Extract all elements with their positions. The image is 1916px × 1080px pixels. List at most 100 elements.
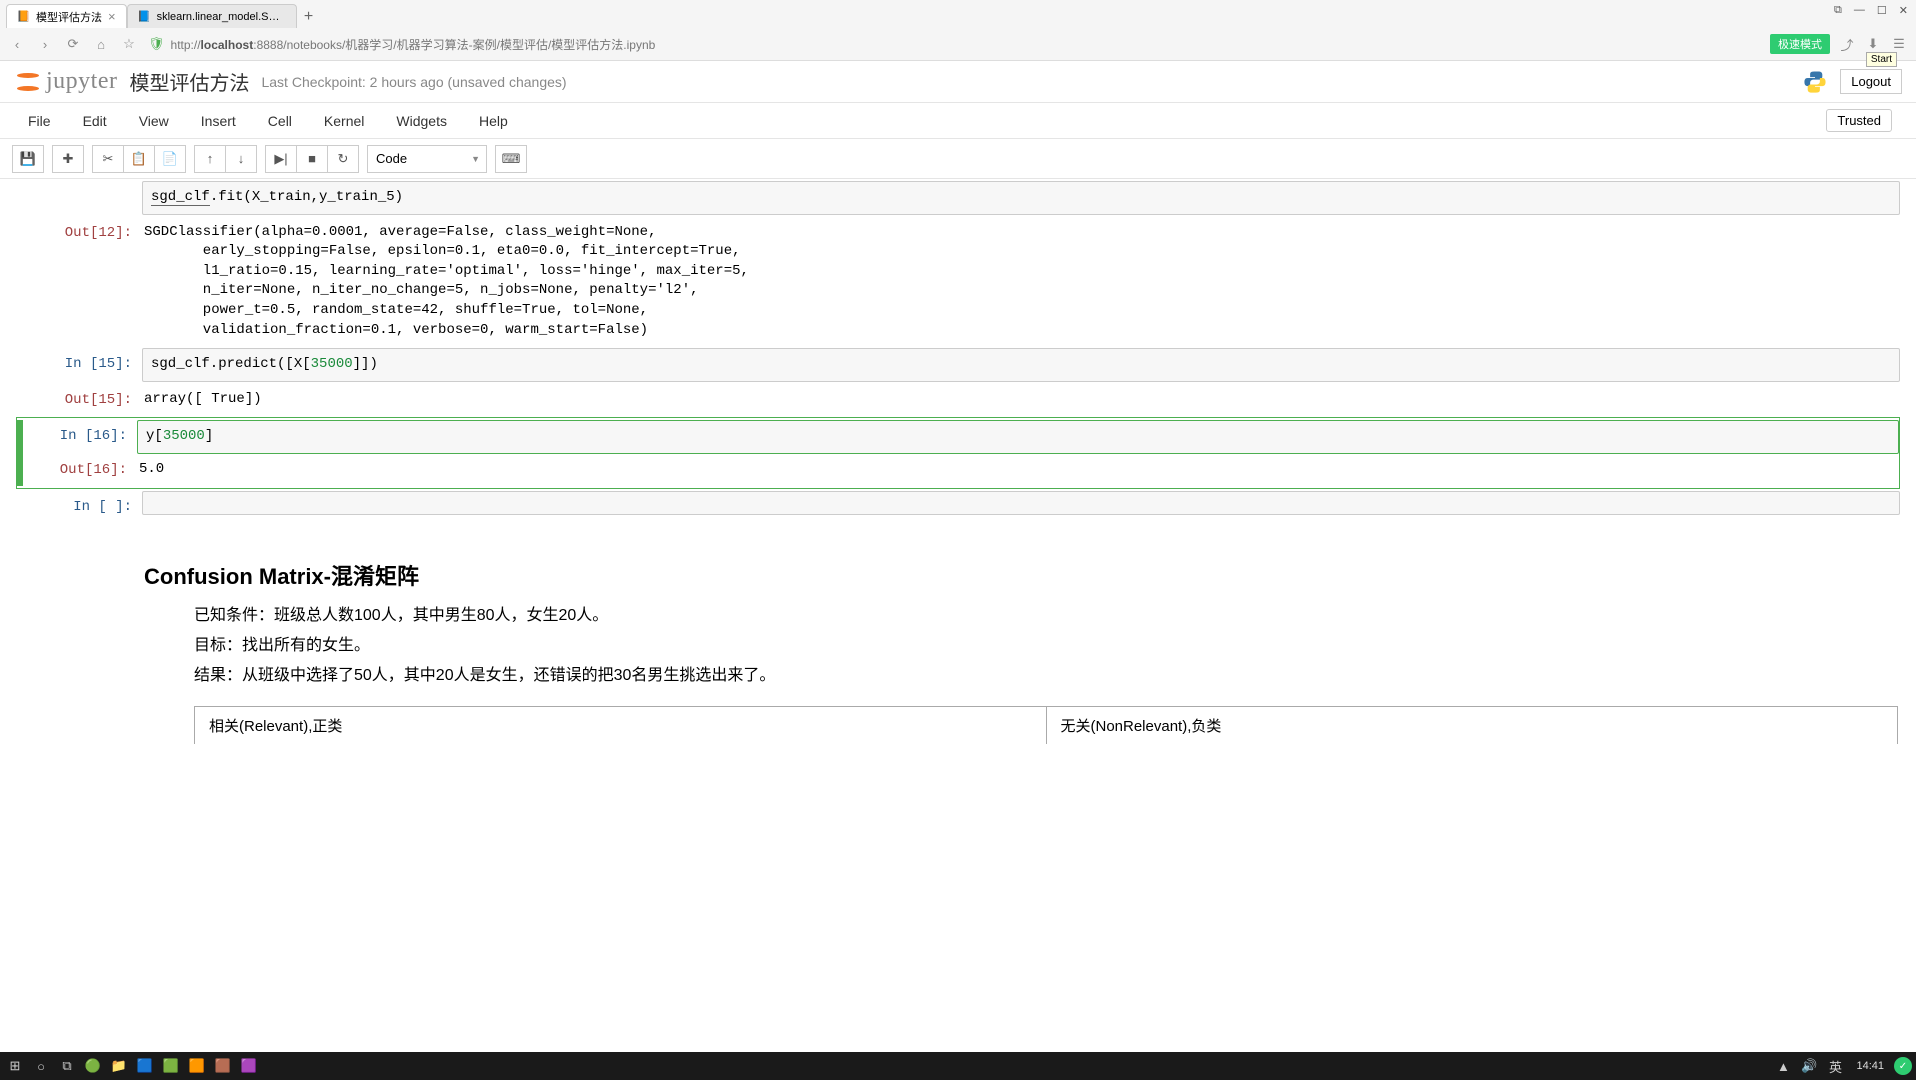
run-button[interactable]: ▶|	[265, 145, 297, 173]
menu-insert[interactable]: Insert	[185, 107, 252, 135]
paste-button[interactable]: 📄	[154, 145, 186, 173]
taskbar-app-icon[interactable]: 🟧	[186, 1056, 208, 1076]
browser-tab-active[interactable]: 📙 模型评估方法 ×	[6, 4, 127, 28]
code-input[interactable]: y[35000]	[137, 420, 1899, 454]
insert-cell-button[interactable]: ✚	[52, 145, 84, 173]
cell-empty[interactable]: In [ ]:	[16, 491, 1900, 515]
logout-label: Logout	[1851, 74, 1891, 89]
table-header-cell: 相关(Relevant),正类	[194, 707, 1047, 744]
markdown-line: 目标：找出所有的女生。	[194, 631, 1898, 661]
cell-selected-16[interactable]: In [16]: y[35000] Out[16]: 5.0	[16, 417, 1900, 488]
tray-badge-icon[interactable]: ✓	[1894, 1057, 1912, 1075]
extension-icon[interactable]: ⬇	[1864, 35, 1882, 53]
favorite-button[interactable]: ☆	[120, 35, 138, 53]
jupyter-logo-icon	[14, 68, 42, 96]
input-prompt: In [15]:	[22, 348, 142, 382]
tray-ime-icon[interactable]: 英	[1824, 1056, 1846, 1076]
input-prompt: In [ ]:	[22, 491, 142, 515]
copy-button[interactable]: 📋	[123, 145, 155, 173]
start-menu-icon[interactable]: ⊞	[4, 1056, 26, 1076]
cut-button[interactable]: ✂	[92, 145, 124, 173]
command-palette-button[interactable]: ⌨	[495, 145, 527, 173]
cortana-icon[interactable]: ○	[30, 1056, 52, 1076]
taskbar-app-icon[interactable]: 🟫	[212, 1056, 234, 1076]
tab-add-button[interactable]: +	[297, 6, 321, 28]
browser-chrome: ⧉ — ☐ ✕ 📙 模型评估方法 × 📘 sklearn.linear_mode…	[0, 0, 1916, 61]
url-host: localhost	[201, 38, 254, 52]
trusted-indicator[interactable]: Trusted	[1826, 109, 1892, 132]
taskbar-app-icon[interactable]: 🟩	[160, 1056, 182, 1076]
checkpoint-text: Last Checkpoint: 2 hours ago (unsaved ch…	[261, 74, 566, 90]
cell-code-15[interactable]: In [15]: sgd_clf.predict([X[35000]])	[16, 348, 1900, 382]
sklearn-favicon-icon: 📘	[138, 10, 151, 23]
taskbar-app-icon[interactable]: 🟦	[134, 1056, 156, 1076]
taskbar-app-icon[interactable]: 📁	[108, 1056, 130, 1076]
input-prompt: In [16]:	[23, 420, 137, 454]
cell-output-15: Out[15]: array([ True])	[16, 384, 1900, 416]
menu-view[interactable]: View	[123, 107, 185, 135]
menu-edit[interactable]: Edit	[67, 107, 123, 135]
output-text: array([ True])	[142, 384, 1900, 416]
save-button[interactable]: 💾	[12, 145, 44, 173]
window-minimize-icon[interactable]: —	[1854, 4, 1865, 17]
speed-mode-badge[interactable]: 极速模式	[1770, 34, 1830, 54]
browser-tab-inactive[interactable]: 📘 sklearn.linear_model.SGDClas	[127, 4, 297, 28]
menu-widgets[interactable]: Widgets	[380, 107, 463, 135]
interrupt-button[interactable]: ■	[296, 145, 328, 173]
taskbar-clock[interactable]: 14:41	[1850, 1060, 1890, 1072]
task-view-icon[interactable]: ⧉	[56, 1056, 78, 1076]
menu-help[interactable]: Help	[463, 107, 524, 135]
window-maximize-icon[interactable]: ☐	[1877, 4, 1887, 17]
markdown-line: 已知条件：班级总人数100人，其中男生80人，女生20人。	[194, 601, 1898, 631]
code-input[interactable]	[142, 491, 1900, 515]
addressbar-right: 极速模式 ⤴ ⬇ ☰	[1770, 34, 1908, 54]
move-down-button[interactable]: ↓	[225, 145, 257, 173]
share-icon[interactable]: ⤴	[1838, 35, 1856, 53]
window-split-icon[interactable]: ⧉	[1834, 4, 1842, 17]
output-prompt: Out[15]:	[22, 384, 142, 416]
jupyter-logo[interactable]: jupyter	[14, 68, 117, 96]
logout-button[interactable]: Start Logout	[1840, 69, 1902, 94]
toolbar: 💾 ✚ ✂ 📋 📄 ↑ ↓ ▶| ■ ↻ Code ⌨	[0, 139, 1916, 179]
back-button[interactable]: ‹	[8, 35, 26, 53]
menu-cell[interactable]: Cell	[252, 107, 308, 135]
url-path: :8888/notebooks/机器学习/机器学习算法-案例/模型评估/模型评估…	[253, 38, 655, 52]
reload-button[interactable]: ⟳	[64, 35, 82, 53]
table-header-cell: 无关(NonRelevant),负类	[1047, 707, 1899, 744]
code-input[interactable]: sgd_clf.fit(X_train,y_train_5)	[142, 181, 1900, 215]
cell-type-select[interactable]: Code	[367, 145, 487, 173]
output-prompt: Out[12]:	[22, 217, 142, 347]
tray-icon[interactable]: 🔊	[1798, 1056, 1820, 1076]
move-up-button[interactable]: ↑	[194, 145, 226, 173]
url-text: http://localhost:8888/notebooks/机器学习/机器学…	[171, 36, 656, 53]
taskbar-app-icon[interactable]: 🟢	[82, 1056, 104, 1076]
cell-markdown[interactable]: Confusion Matrix-混淆矩阵 已知条件：班级总人数100人，其中男…	[16, 535, 1900, 752]
forward-button[interactable]: ›	[36, 35, 54, 53]
home-button[interactable]: ⌂	[92, 35, 110, 53]
tray-icon[interactable]: ▲	[1772, 1056, 1794, 1076]
markdown-heading: Confusion Matrix-混淆矩阵	[144, 559, 1898, 591]
code-input[interactable]: sgd_clf.predict([X[35000]])	[142, 348, 1900, 382]
window-close-icon[interactable]: ✕	[1899, 4, 1908, 17]
jupyter-favicon-icon: 📙	[17, 10, 30, 23]
markdown-body: 已知条件：班级总人数100人，其中男生80人，女生20人。 目标：找出所有的女生…	[144, 601, 1898, 744]
cell-prompt	[22, 181, 142, 215]
cell-code-12[interactable]: sgd_clf.fit(X_train,y_train_5)	[16, 181, 1900, 215]
markdown-line: 结果：从班级中选择了50人，其中20人是女生，还错误的把30名男生挑选出来了。	[194, 661, 1898, 691]
notebook-container[interactable]: sgd_clf.fit(X_train,y_train_5) Out[12]: …	[0, 179, 1916, 1049]
menu-icon[interactable]: ☰	[1890, 35, 1908, 53]
url-bar[interactable]: 🛡 http://localhost:8888/notebooks/机器学习/机…	[148, 36, 1760, 53]
output-text: SGDClassifier(alpha=0.0001, average=Fals…	[142, 217, 1900, 347]
taskbar-app-icon[interactable]: 🟪	[238, 1056, 260, 1076]
restart-button[interactable]: ↻	[327, 145, 359, 173]
taskbar: ⊞ ○ ⧉ 🟢 📁 🟦 🟩 🟧 🟫 🟪 ▲ 🔊 英 14:41 ✓	[0, 1052, 1916, 1080]
notebook-title[interactable]: 模型评估方法	[129, 67, 249, 96]
start-tooltip: Start	[1866, 52, 1897, 67]
tab-close-icon[interactable]: ×	[108, 9, 116, 24]
cell-type-label: Code	[376, 151, 407, 166]
address-bar: ‹ › ⟳ ⌂ ☆ 🛡 http://localhost:8888/notebo…	[0, 28, 1916, 60]
menu-file[interactable]: File	[12, 107, 67, 135]
cell-output-12: Out[12]: SGDClassifier(alpha=0.0001, ave…	[16, 217, 1900, 347]
table-header-row: 相关(Relevant),正类 无关(NonRelevant),负类	[194, 706, 1898, 744]
menu-kernel[interactable]: Kernel	[308, 107, 380, 135]
